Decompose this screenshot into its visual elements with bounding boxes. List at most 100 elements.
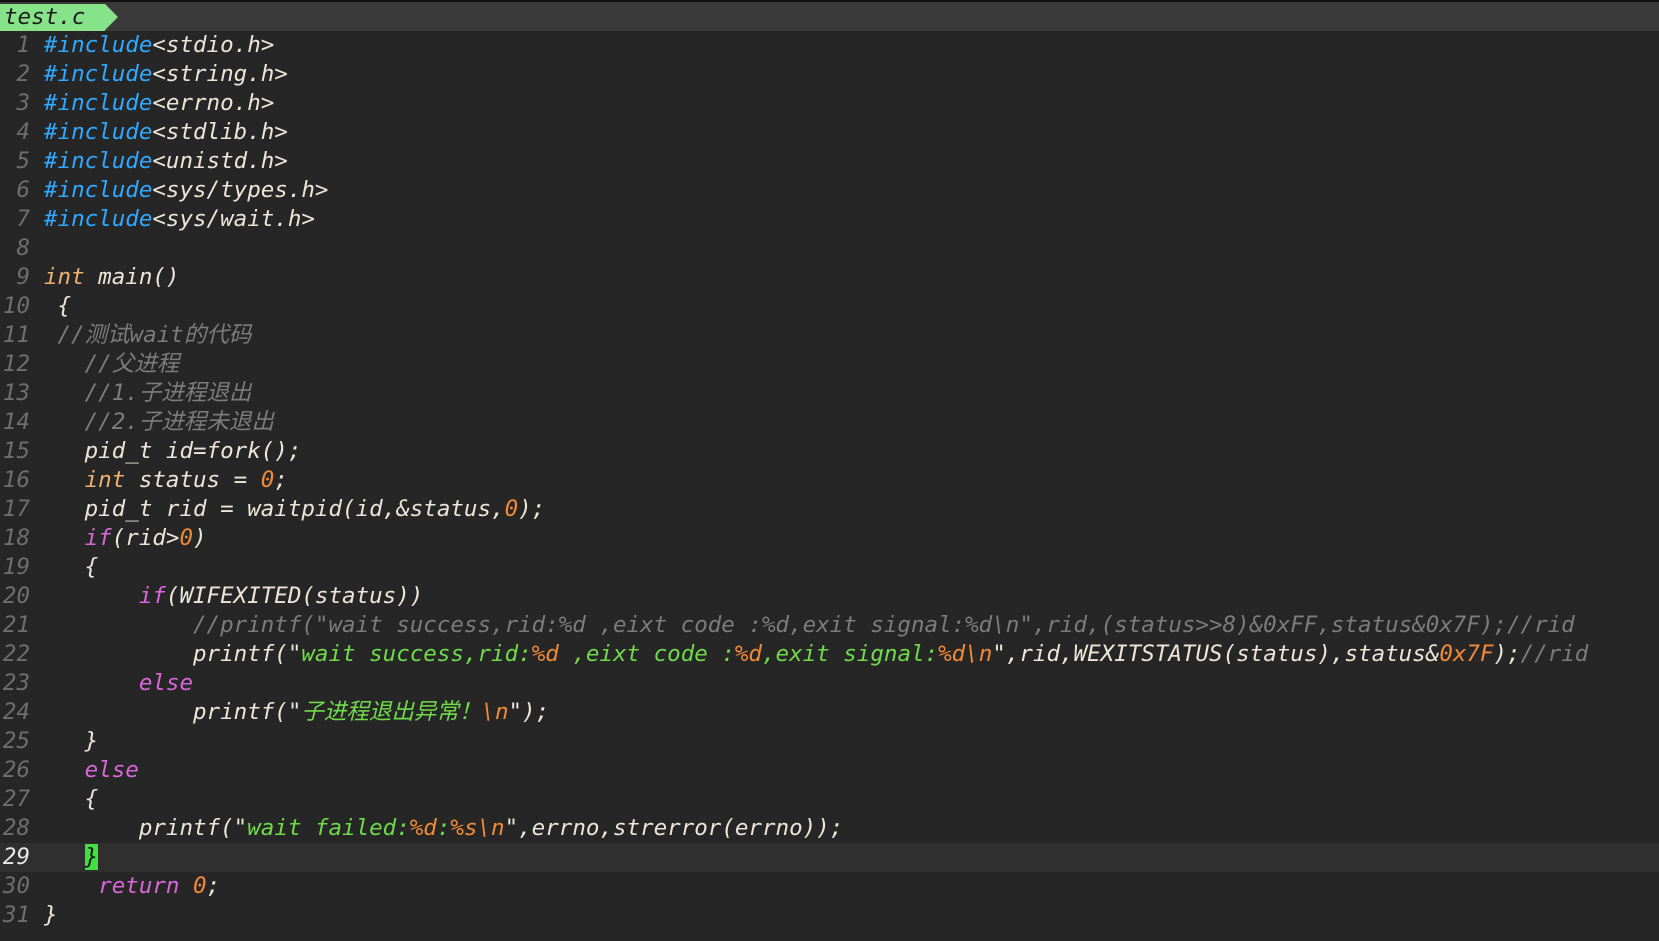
line-number: 8 (16, 235, 30, 261)
line-code: { (44, 292, 72, 321)
line-code: } (44, 843, 99, 872)
code-line[interactable]: 16 int status = 0; (0, 466, 1659, 495)
code-line[interactable]: 24 printf("子进程退出异常！\n"); (0, 698, 1659, 727)
code-line[interactable]: 4 #include<stdlib.h> (0, 118, 1659, 147)
code-line[interactable]: 17 pid_t rid = waitpid(id,&status,0); (0, 495, 1659, 524)
tab-file[interactable]: test.c (0, 4, 119, 31)
code-token: else (138, 670, 194, 696)
line-code: #include<unistd.h> (44, 147, 288, 176)
code-line[interactable]: 3 #include<errno.h> (0, 89, 1659, 118)
code-line[interactable]: 5 #include<unistd.h> (0, 147, 1659, 176)
code-token: wait failed: (247, 815, 410, 841)
code-token: ,exit signal: (761, 641, 939, 667)
code-line[interactable]: 27 { (0, 785, 1659, 814)
code-line[interactable]: 2 #include<string.h> (0, 60, 1659, 89)
code-line[interactable]: 19 { (0, 553, 1659, 582)
line-number: 27 (2, 786, 30, 812)
line-number: 2 (16, 61, 30, 87)
code-token: else (84, 757, 139, 783)
code-token: //printf("wait success,rid:%d ,eixt code… (44, 612, 1575, 638)
line-code: #include<errno.h> (44, 89, 274, 118)
code-token: \n (481, 699, 509, 725)
code-token: //rid (1520, 641, 1589, 667)
code-token: #include (44, 61, 153, 87)
code-token: %d (531, 641, 559, 667)
line-number: 3 (16, 90, 30, 116)
line-number: 18 (2, 525, 30, 551)
code-token: #include (44, 148, 153, 174)
code-token: if (84, 525, 112, 551)
line-code: int main() (44, 263, 179, 292)
code-line[interactable]: 26 else (0, 756, 1659, 785)
line-number: 23 (2, 670, 30, 696)
line-code: else (44, 756, 139, 785)
code-line[interactable]: 28 printf("wait failed:%d:%s\n",errno,st… (0, 814, 1659, 843)
code-token: : (436, 815, 451, 841)
code-line[interactable]: 21 //printf("wait success,rid:%d ,eixt c… (0, 611, 1659, 640)
line-number: 13 (2, 380, 30, 406)
line-number: 24 (2, 699, 30, 725)
line-number: 26 (2, 757, 30, 783)
code-line[interactable]: 23 else (0, 669, 1659, 698)
code-line[interactable]: 7 #include<sys/wait.h> (0, 205, 1659, 234)
code-line[interactable]: 22 printf("wait success,rid:%d ,eixt cod… (0, 640, 1659, 669)
code-line[interactable]: 25 } (0, 727, 1659, 756)
code-token: 0 (179, 525, 194, 551)
code-token: if (138, 583, 166, 609)
line-number: 1 (16, 32, 30, 58)
code-editor[interactable]: 1 #include<stdio.h> 2 #include<string.h> 3 #i… (0, 31, 1659, 941)
line-number: 12 (2, 351, 30, 377)
code-line[interactable]: 15 pid_t id=fork(); (0, 437, 1659, 466)
line-number: 5 (16, 148, 30, 174)
code-token: 0 (193, 873, 207, 899)
tab-bar: test.c (0, 0, 1659, 31)
line-code: return 0; (44, 872, 220, 901)
code-token: #include (44, 177, 153, 203)
line-code: //1.子进程退出 (44, 379, 252, 408)
line-number: 28 (2, 815, 30, 841)
line-number: 30 (2, 873, 30, 899)
code-token: ,eixt code : (558, 641, 735, 667)
line-code: #include<sys/types.h> (44, 176, 328, 205)
code-line[interactable]: 11 //测试wait的代码 (0, 321, 1659, 350)
code-token: #include (44, 32, 153, 58)
code-line[interactable]: 31} (0, 901, 1659, 930)
line-code: { (44, 553, 99, 582)
code-token: pid_t id=fork(); (44, 438, 302, 464)
code-line[interactable]: 8 (0, 234, 1659, 263)
line-code: //printf("wait success,rid:%d ,eixt code… (44, 611, 1575, 640)
code-token: int (84, 467, 126, 493)
code-line[interactable]: 13 //1.子进程退出 (0, 379, 1659, 408)
code-token: { (44, 786, 99, 812)
code-line[interactable]: 1 #include<stdio.h> (0, 31, 1659, 60)
code-line[interactable]: 30 return 0; (0, 872, 1659, 901)
code-token: #include (44, 90, 153, 116)
code-token: ",rid,WEXITSTATUS(status),status& (992, 641, 1440, 667)
code-token: ",errno,strerror(errno)); (504, 815, 844, 841)
code-token: } (44, 902, 58, 928)
code-token: %d\n (938, 641, 993, 667)
line-number: 6 (16, 177, 30, 203)
line-number: 19 (2, 554, 30, 580)
code-line[interactable]: 10 { (0, 292, 1659, 321)
code-line[interactable]: 9 int main() (0, 263, 1659, 292)
code-token: <string.h> (152, 61, 288, 87)
code-token: ) (193, 525, 207, 551)
code-line[interactable]: 12 //父进程 (0, 350, 1659, 379)
line-number: 31 (2, 902, 30, 928)
code-line[interactable]: 6 #include<sys/types.h> (0, 176, 1659, 205)
code-token: main() (84, 264, 180, 290)
line-number: 9 (16, 264, 30, 290)
code-line[interactable]: 20 if(WIFEXITED(status)) (0, 582, 1659, 611)
code-line[interactable]: 18 if(rid>0) (0, 524, 1659, 553)
line-number: 11 (2, 322, 30, 348)
line-code: printf("子进程退出异常！\n"); (44, 698, 549, 727)
code-token: } (44, 728, 99, 754)
code-token: (rid> (111, 525, 180, 551)
code-line[interactable]: 14 //2.子进程未退出 (0, 408, 1659, 437)
code-line[interactable]: 29 } (0, 843, 1659, 872)
code-token: 0 (504, 496, 519, 522)
